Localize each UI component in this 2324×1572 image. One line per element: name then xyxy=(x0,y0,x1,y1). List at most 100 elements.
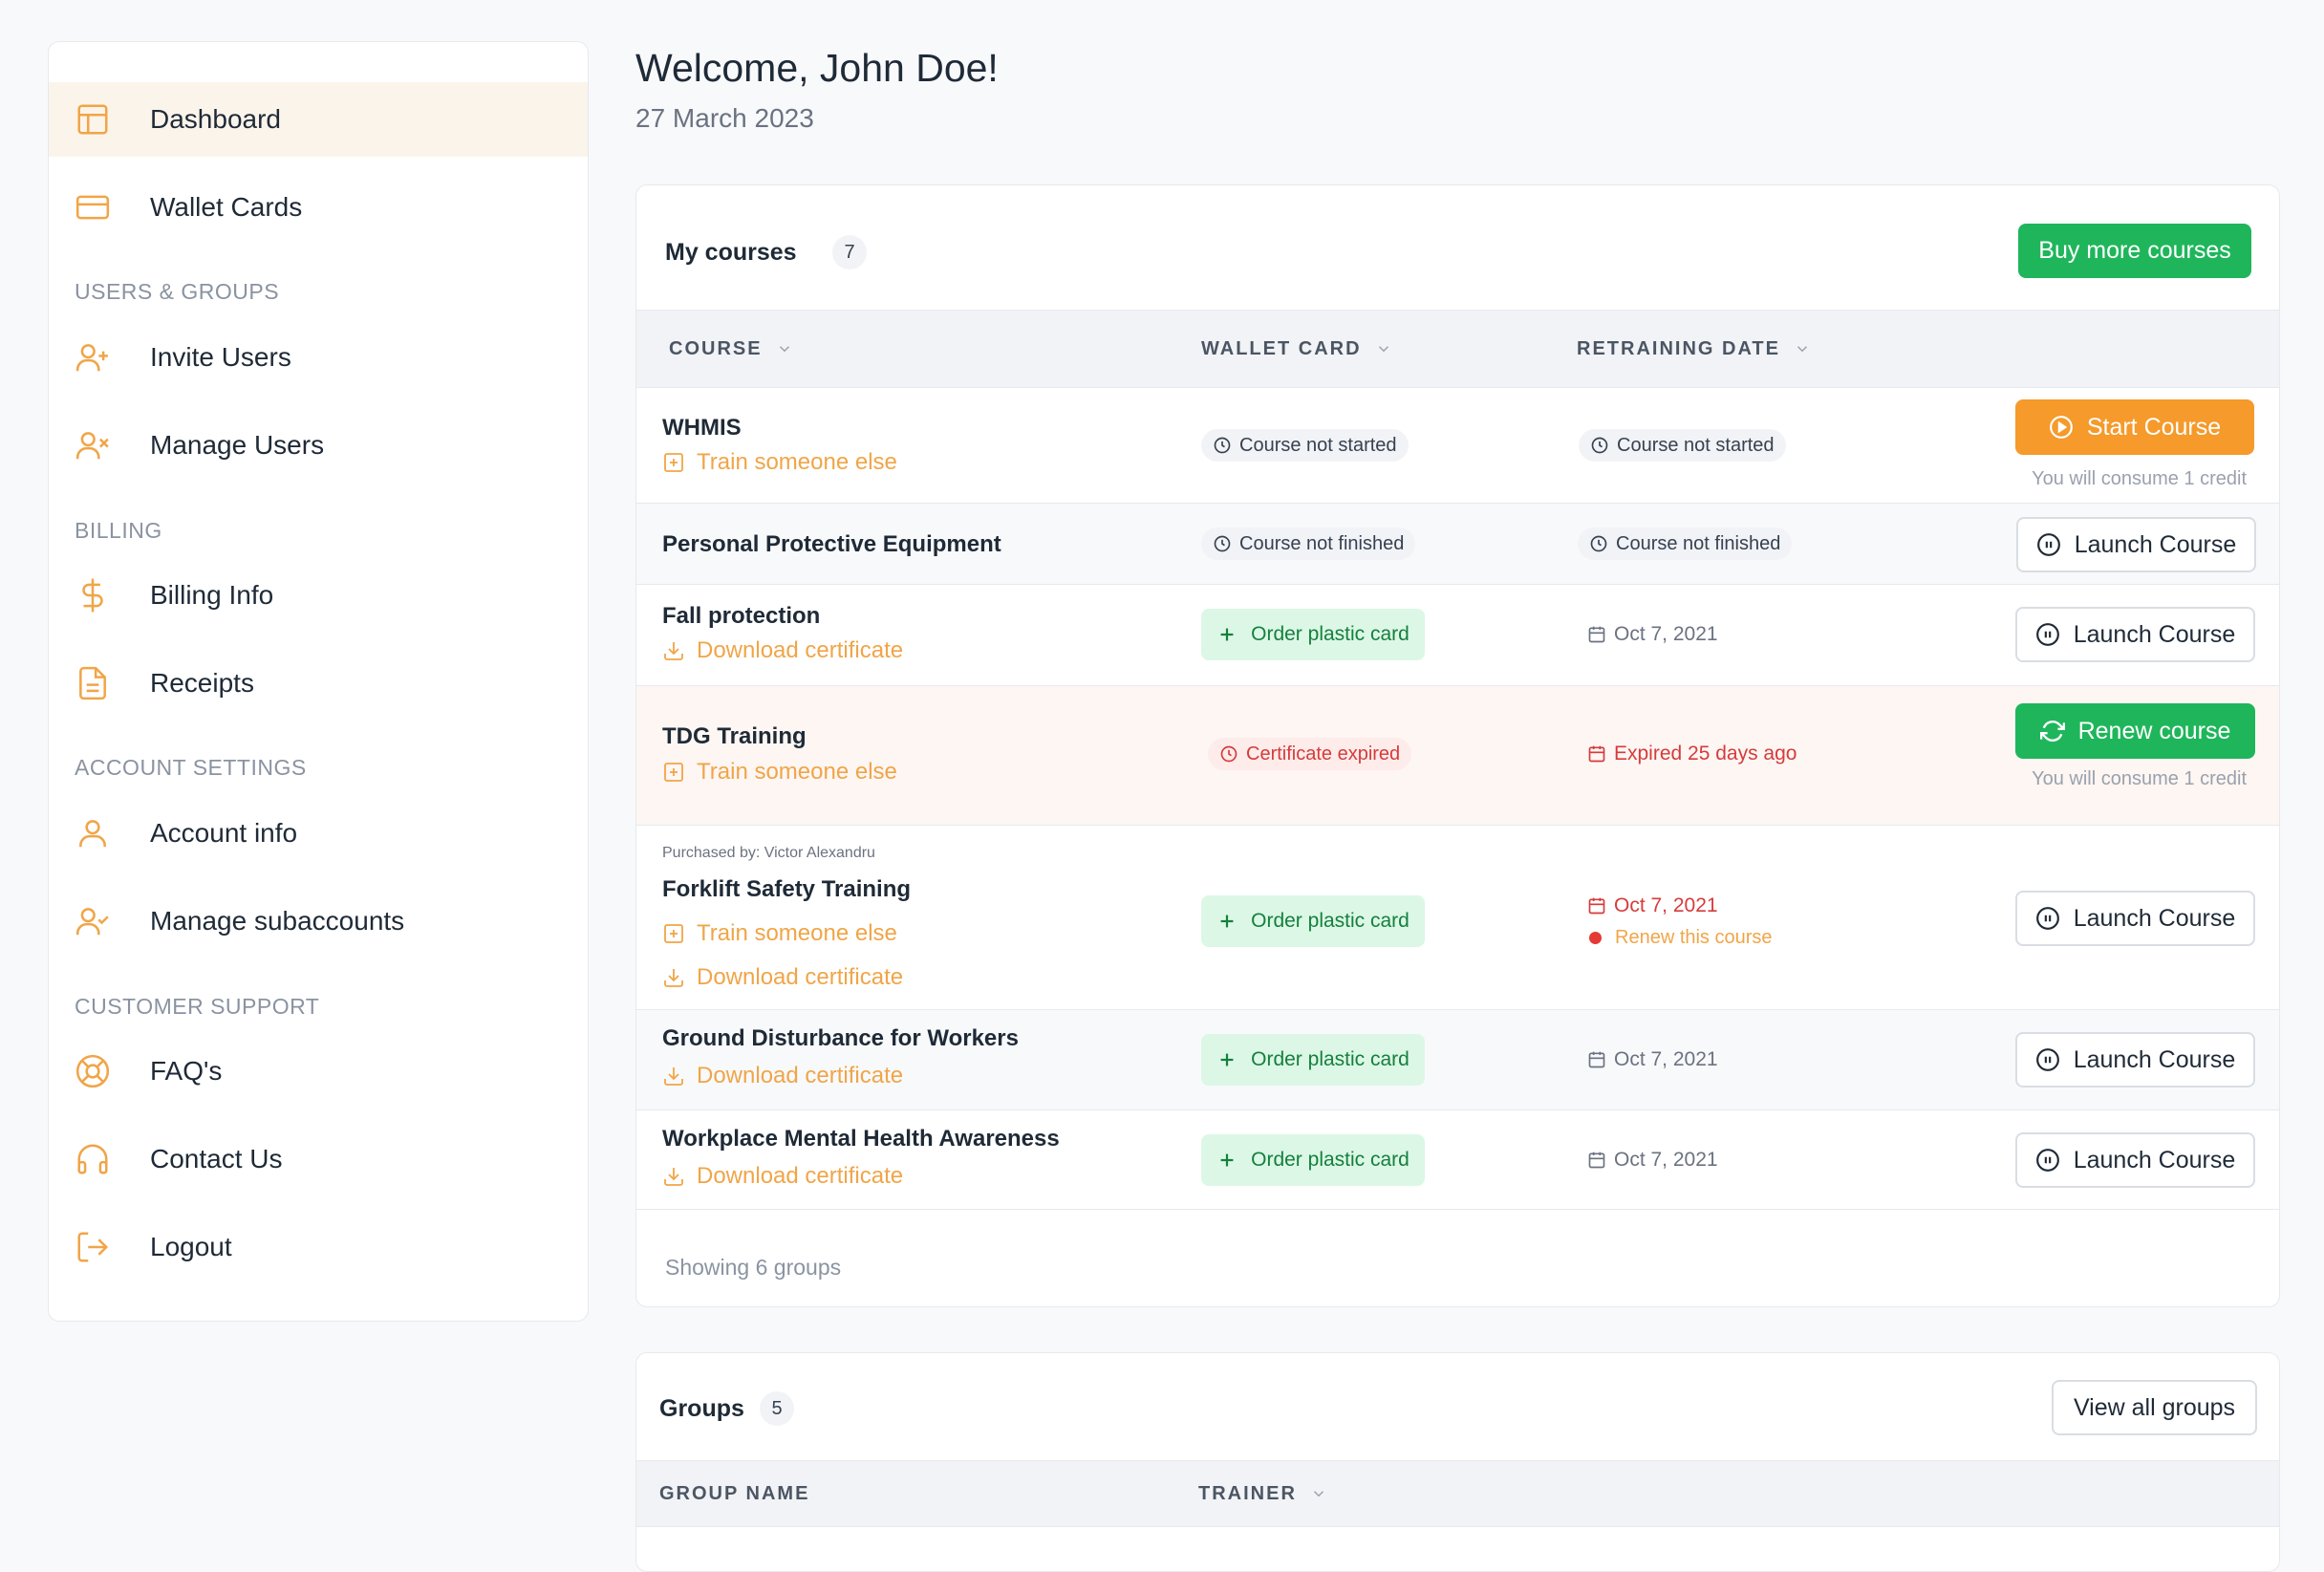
section-account-settings: ACCOUNT SETTINGS xyxy=(75,755,307,780)
plus-icon xyxy=(1220,628,1234,641)
train-someone-else-link[interactable]: Train someone else xyxy=(662,759,897,786)
sidebar-item-dashboard[interactable]: Dashboard xyxy=(49,82,588,157)
button-label: Launch Course xyxy=(2074,530,2237,558)
status-text: Course not started xyxy=(1617,434,1775,456)
credit-card-icon xyxy=(74,188,112,226)
pause-circle-icon xyxy=(2035,907,2059,930)
clock-icon xyxy=(1591,437,1608,454)
status-badge: Course not finished xyxy=(1201,528,1416,560)
launch-course-button[interactable]: Launch Course xyxy=(2016,517,2256,572)
download-certificate-link[interactable]: Download certificate xyxy=(662,1163,903,1190)
train-someone-else-link[interactable]: Train someone else xyxy=(662,920,897,947)
link-label: Train someone else xyxy=(697,920,897,946)
status-text: Course not finished xyxy=(1239,532,1405,554)
order-plastic-card-button[interactable]: Order plastic card xyxy=(1201,1134,1425,1186)
date-text: Expired 25 days ago xyxy=(1614,743,1797,764)
calendar-icon xyxy=(1588,626,1605,643)
sidebar-item-receipts[interactable]: Receipts xyxy=(49,646,588,721)
retraining-date: Oct 7, 2021 xyxy=(1587,1048,1718,1071)
user-x-icon xyxy=(74,426,112,464)
plus-square-icon xyxy=(664,453,683,472)
course-name: WHMIS xyxy=(662,415,742,441)
pause-circle-icon xyxy=(2035,623,2059,646)
launch-course-button[interactable]: Launch Course xyxy=(2015,607,2255,662)
view-all-groups-button[interactable]: View all groups xyxy=(2052,1380,2257,1435)
sidebar-item-contact-us[interactable]: Contact Us xyxy=(49,1122,588,1196)
clock-icon xyxy=(1214,535,1231,552)
column-group-name[interactable]: GROUP NAME xyxy=(659,1461,809,1526)
sidebar-item-manage-users[interactable]: Manage Users xyxy=(49,408,588,483)
table-row: Ground Disturbance for Workers Download … xyxy=(636,1010,2279,1110)
headphones-icon xyxy=(74,1140,112,1178)
sidebar-item-label: Manage subaccounts xyxy=(150,906,405,936)
clock-icon xyxy=(1220,745,1237,763)
download-certificate-link[interactable]: Download certificate xyxy=(662,637,903,664)
course-name: Personal Protective Equipment xyxy=(662,531,1001,557)
chevron-down-icon xyxy=(1797,346,1807,353)
user-plus-icon xyxy=(74,338,112,377)
layout-icon xyxy=(74,100,112,139)
plus-square-icon xyxy=(664,763,683,782)
button-label: Launch Course xyxy=(2073,1146,2236,1174)
download-certificate-link[interactable]: Download certificate xyxy=(662,964,903,991)
column-label: WALLET CARD xyxy=(1201,337,1362,359)
plus-square-icon xyxy=(664,924,683,943)
play-circle-icon xyxy=(2049,416,2073,439)
launch-course-button[interactable]: Launch Course xyxy=(2015,1132,2255,1188)
launch-course-button[interactable]: Launch Course xyxy=(2015,1032,2255,1087)
course-name: Forklift Safety Training xyxy=(662,876,912,902)
sidebar-item-faqs[interactable]: FAQ's xyxy=(49,1034,588,1109)
order-plastic-card-button[interactable]: Order plastic card xyxy=(1201,1034,1425,1086)
sidebar-item-label: Account info xyxy=(150,818,298,848)
column-trainer[interactable]: TRAINER xyxy=(1198,1461,1327,1526)
button-label: Order plastic card xyxy=(1251,910,1409,932)
sidebar-item-invite-users[interactable]: Invite Users xyxy=(49,320,588,395)
column-retraining-date[interactable]: RETRAINING DATE xyxy=(1577,311,1811,387)
buy-more-courses-button[interactable]: Buy more courses xyxy=(2018,224,2251,278)
date-text: Oct 7, 2021 xyxy=(1614,1048,1718,1070)
start-course-button[interactable]: Start Course xyxy=(2015,399,2254,455)
file-text-icon xyxy=(74,664,112,702)
pause-circle-icon xyxy=(2035,1149,2059,1172)
alert-dot-icon xyxy=(1589,932,1602,944)
order-plastic-card-button[interactable]: Order plastic card xyxy=(1201,609,1425,660)
column-label: COURSE xyxy=(669,337,763,359)
train-someone-else-link[interactable]: Train someone else xyxy=(662,449,897,476)
status-text: Course not finished xyxy=(1616,532,1781,554)
sidebar-item-account-info[interactable]: Account info xyxy=(49,796,588,871)
button-label: Launch Course xyxy=(2073,1045,2236,1073)
life-buoy-icon xyxy=(74,1052,112,1090)
sidebar-item-manage-subaccounts[interactable]: Manage subaccounts xyxy=(49,884,588,958)
button-label: Order plastic card xyxy=(1251,623,1409,645)
order-plastic-card-button[interactable]: Order plastic card xyxy=(1201,895,1425,947)
link-label: Download certificate xyxy=(697,637,904,663)
calendar-icon xyxy=(1588,1152,1605,1169)
link-label: Train someone else xyxy=(697,759,897,785)
sidebar-item-billing-info[interactable]: Billing Info xyxy=(49,558,588,633)
clock-icon xyxy=(1214,437,1231,454)
renew-this-course-link[interactable]: Renew this course xyxy=(1589,927,1773,949)
date-text: Oct 7, 2021 xyxy=(1614,894,1718,916)
sidebar-item-wallet-cards[interactable]: Wallet Cards xyxy=(49,170,588,245)
sidebar-item-label: Logout xyxy=(150,1232,232,1261)
column-wallet-card[interactable]: WALLET CARD xyxy=(1201,311,1392,387)
link-label: Download certificate xyxy=(697,964,904,990)
download-icon xyxy=(664,1067,683,1086)
course-name: Workplace Mental Health Awareness xyxy=(662,1126,1060,1152)
sidebar-item-logout[interactable]: Logout xyxy=(49,1210,588,1284)
sidebar-item-label: Manage Users xyxy=(150,430,325,460)
credit-note: You will consume 1 credit xyxy=(2032,768,2247,789)
column-course[interactable]: COURSE xyxy=(669,311,793,387)
sidebar-item-label: Receipts xyxy=(150,668,254,698)
course-name: Ground Disturbance for Workers xyxy=(662,1025,1019,1051)
plus-icon xyxy=(1220,915,1234,928)
download-certificate-link[interactable]: Download certificate xyxy=(662,1063,903,1089)
sidebar-item-label: FAQ's xyxy=(150,1056,223,1086)
user-check-icon xyxy=(74,902,112,940)
renew-course-button[interactable]: Renew course xyxy=(2015,703,2255,759)
link-label: Train someone else xyxy=(697,449,897,475)
launch-course-button[interactable]: Launch Course xyxy=(2015,891,2255,946)
download-icon xyxy=(664,1168,683,1186)
button-label: Start Course xyxy=(2086,413,2222,441)
sidebar-item-label: Wallet Cards xyxy=(150,192,303,222)
